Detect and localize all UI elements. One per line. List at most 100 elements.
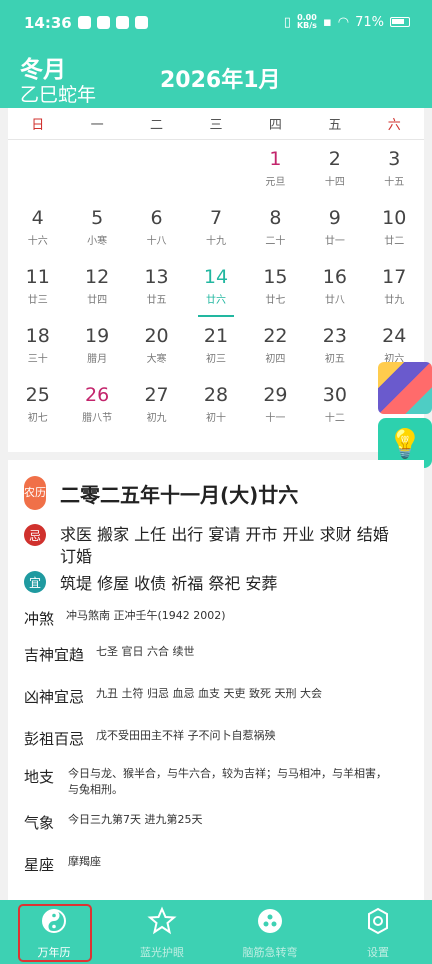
battery-percent: 71% — [355, 14, 384, 30]
lunar-day: 十九 — [205, 236, 226, 247]
day-number: 3 — [388, 148, 401, 170]
avoid-items: 求医 搬家 上任 出行 宴请 开市 开业 求财 结婚 订婚 — [60, 525, 389, 566]
weekday-label: 五 — [328, 118, 342, 133]
lunar-day: 廿五 — [146, 295, 167, 306]
network-speed: 0.00 KB/s — [296, 13, 317, 30]
day-number: 23 — [322, 325, 347, 347]
lunar-day: 十六 — [27, 236, 48, 247]
day-cell[interactable]: 5 小寒 — [67, 205, 126, 264]
weekday-label: 一 — [90, 118, 104, 133]
qixiang-row: 气象 今日三九第7天 进九第25天 — [24, 812, 203, 833]
qixiang-value: 今日三九第7天 进九第25天 — [68, 813, 203, 826]
status-bar: 14:36 ▯ 0.00 KB/s ▪ ◠ 71% — [0, 0, 432, 44]
chongsha-value: 冲马煞南 正冲壬午(1942 2002) — [66, 609, 226, 622]
nav-label: 蓝光护眼 — [140, 946, 184, 959]
day-cell[interactable]: 23 初五 — [305, 323, 364, 382]
day-cell[interactable]: 26 腊八节 — [67, 382, 126, 441]
lunar-day: 小寒 — [87, 236, 108, 247]
day-cell[interactable]: 1 元旦 — [246, 146, 305, 205]
month-title[interactable]: 2026年1月 — [160, 62, 281, 94]
day-number: 5 — [91, 207, 104, 229]
lunar-date-row: 农历 二零二五年十一月(大)廿六 — [24, 476, 298, 510]
lunar-day: 十五 — [384, 177, 405, 188]
lunar-day: 廿八 — [324, 295, 345, 306]
day-cell — [186, 146, 245, 205]
day-number: 2 — [328, 148, 341, 170]
lunar-day: 十八 — [146, 236, 167, 247]
day-detail-panel: 农历 二零二五年十一月(大)廿六 忌 求医 搬家 上任 出行 宴请 开市 开业 … — [8, 460, 424, 900]
lunar-day: 初九 — [146, 413, 167, 424]
xingzuo-row: 星座 摩羯座 — [24, 854, 101, 875]
lunar-day: 腊八节 — [82, 413, 113, 424]
day-number: 18 — [25, 325, 50, 347]
day-cell[interactable]: 18 三十 — [8, 323, 67, 382]
lunar-day: 十一 — [265, 413, 286, 424]
weekday-label: 三 — [209, 118, 223, 133]
day-cell[interactable]: 10 廿二 — [365, 205, 424, 264]
status-time: 14:36 — [24, 14, 72, 32]
lunar-day: 大寒 — [146, 354, 167, 365]
weekday-label: 二 — [150, 118, 164, 133]
day-cell[interactable]: 21 初三 — [186, 323, 245, 382]
day-cell[interactable]: 3 十五 — [365, 146, 424, 205]
day-cell[interactable]: 20 大寒 — [127, 323, 186, 382]
day-cell[interactable]: 17 廿九 — [365, 264, 424, 323]
day-cell[interactable]: 8 二十 — [246, 205, 305, 264]
day-number: 10 — [382, 207, 407, 229]
day-cell[interactable]: 6 十八 — [127, 205, 186, 264]
lunar-day: 十二 — [324, 413, 345, 424]
star-icon — [147, 906, 177, 935]
selection-highlight — [18, 904, 92, 962]
day-cell[interactable]: 16 廿八 — [305, 264, 364, 323]
day-number: 20 — [144, 325, 169, 347]
day-cell[interactable]: 13 廿五 — [127, 264, 186, 323]
pengzu-value: 戊不受田田主不祥 子不问卜自惹祸殃 — [96, 729, 276, 742]
lunar-day: 初十 — [205, 413, 226, 424]
day-number: 8 — [269, 207, 282, 229]
jishen-value: 七圣 官日 六合 续世 — [96, 645, 195, 658]
day-cell[interactable]: 14 廿六 — [186, 264, 245, 323]
day-cell[interactable]: 27 初九 — [127, 382, 186, 441]
day-number: 17 — [382, 266, 407, 288]
day-cell — [127, 146, 186, 205]
jishen-row: 吉神宜趋 七圣 官日 六合 续世 — [24, 644, 195, 665]
day-cell[interactable]: 15 廿七 — [246, 264, 305, 323]
battery-icon — [390, 17, 410, 27]
day-cell[interactable]: 4 十六 — [8, 205, 67, 264]
day-cell[interactable]: 30 十二 — [305, 382, 364, 441]
weekday-label: 四 — [268, 118, 282, 133]
game-ad-thumbnail[interactable] — [378, 362, 432, 414]
day-number: 28 — [203, 384, 229, 406]
day-cell[interactable]: 19 腊月 — [67, 323, 126, 382]
lunar-day: 廿四 — [87, 295, 108, 306]
day-cell[interactable]: 9 廿一 — [305, 205, 364, 264]
nav-eye-care[interactable]: 蓝光护眼 — [108, 900, 216, 964]
day-cell[interactable]: 28 初十 — [186, 382, 245, 441]
vibrate-icon: ▯ — [283, 14, 291, 30]
nav-brain-teaser[interactable]: 脑筋急转弯 — [216, 900, 324, 964]
qixiang-label: 气象 — [24, 814, 55, 832]
nav-settings[interactable]: 设置 — [324, 900, 432, 964]
weekday-label: 六 — [387, 118, 401, 133]
lunar-day: 廿九 — [384, 295, 405, 306]
day-cell[interactable]: 11 廿三 — [8, 264, 67, 323]
avoid-badge: 忌 — [24, 524, 46, 546]
pengzu-row: 彭祖百忌 戊不受田田主不祥 子不问卜自惹祸殃 — [24, 728, 276, 749]
day-cell[interactable]: 12 廿四 — [67, 264, 126, 323]
message-icon — [135, 16, 148, 29]
app-notification-icon — [97, 16, 110, 29]
lunar-day: 初五 — [324, 354, 345, 365]
day-cell — [8, 146, 67, 205]
day-cell[interactable]: 25 初七 — [8, 382, 67, 441]
day-cell[interactable]: 29 十一 — [246, 382, 305, 441]
lunar-day: 廿一 — [324, 236, 345, 247]
weekday-label: 日 — [31, 118, 45, 133]
day-cell[interactable]: 22 初四 — [246, 323, 305, 382]
day-cell[interactable]: 7 十九 — [186, 205, 245, 264]
day-number: 25 — [25, 384, 50, 406]
day-cell[interactable]: 2 十四 — [305, 146, 364, 205]
ganzhi-year: 乙巳蛇年 — [20, 84, 97, 106]
lunar-day: 十四 — [324, 177, 345, 188]
lunar-day: 元旦 — [265, 177, 286, 188]
dizhi-label: 地支 — [24, 768, 55, 786]
